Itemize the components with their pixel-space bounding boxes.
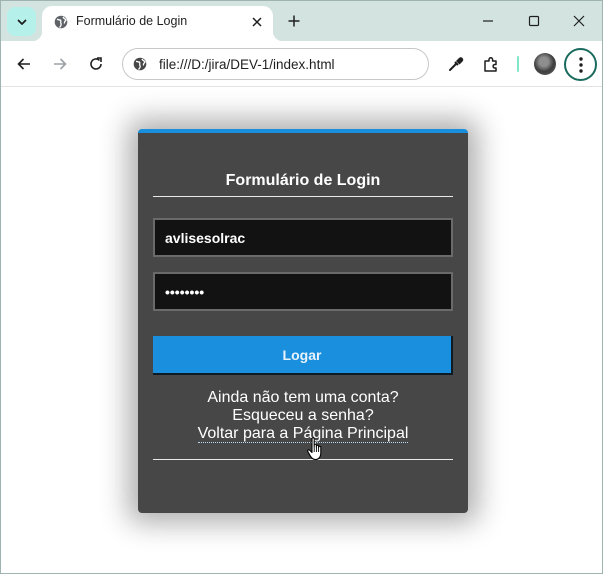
login-title: Formulário de Login xyxy=(225,172,381,189)
maximize-icon[interactable] xyxy=(522,9,546,33)
forgot-password-link[interactable]: Esqueceu a senha? xyxy=(232,407,373,425)
login-card: Formulário de Login avlisesolrac •••••••… xyxy=(138,129,468,513)
close-window-icon[interactable] xyxy=(567,9,591,33)
close-icon[interactable] xyxy=(249,14,265,30)
extensions-icon[interactable] xyxy=(479,52,503,76)
profile-avatar[interactable] xyxy=(534,53,556,75)
back-arrow-icon[interactable] xyxy=(12,52,36,76)
plus-icon[interactable] xyxy=(285,12,303,30)
browser-window: Formulário de Login file:///D:/jira/DEV-… xyxy=(0,0,603,574)
back-home-link-line: Voltar para a Página Principal xyxy=(138,425,468,443)
signup-link-line: Ainda não tem uma conta? xyxy=(138,389,468,407)
tab-title: Formulário de Login xyxy=(76,14,188,28)
bottom-divider xyxy=(153,459,453,460)
globe-icon xyxy=(133,57,147,71)
signup-link[interactable]: Ainda não tem uma conta? xyxy=(207,389,398,407)
page-viewport: Formulário de Login avlisesolrac •••••••… xyxy=(1,88,602,573)
forward-arrow-icon[interactable] xyxy=(48,52,72,76)
eyedropper-icon[interactable] xyxy=(444,52,468,76)
toolbar-divider xyxy=(517,56,519,72)
globe-icon xyxy=(54,15,68,29)
back-home-link[interactable]: Voltar para a Página Principal xyxy=(197,426,409,443)
forgot-link-line: Esqueceu a senha? xyxy=(138,407,468,425)
login-button[interactable]: Logar xyxy=(153,336,453,375)
title-divider xyxy=(153,196,453,197)
address-bar[interactable]: file:///D:/jira/DEV-1/index.html xyxy=(122,48,429,80)
url-text[interactable]: file:///D:/jira/DEV-1/index.html xyxy=(159,57,335,72)
tab-strip: Formulário de Login xyxy=(1,1,602,41)
hand-cursor-icon xyxy=(307,437,322,461)
browser-toolbar: file:///D:/jira/DEV-1/index.html xyxy=(1,41,602,87)
username-field[interactable]: avlisesolrac xyxy=(153,218,453,257)
minimize-icon[interactable] xyxy=(476,9,500,33)
kebab-menu-icon[interactable] xyxy=(564,48,597,81)
reload-icon[interactable] xyxy=(84,52,108,76)
browser-tab[interactable]: Formulário de Login xyxy=(32,6,283,41)
password-field[interactable]: •••••••• xyxy=(153,272,453,311)
